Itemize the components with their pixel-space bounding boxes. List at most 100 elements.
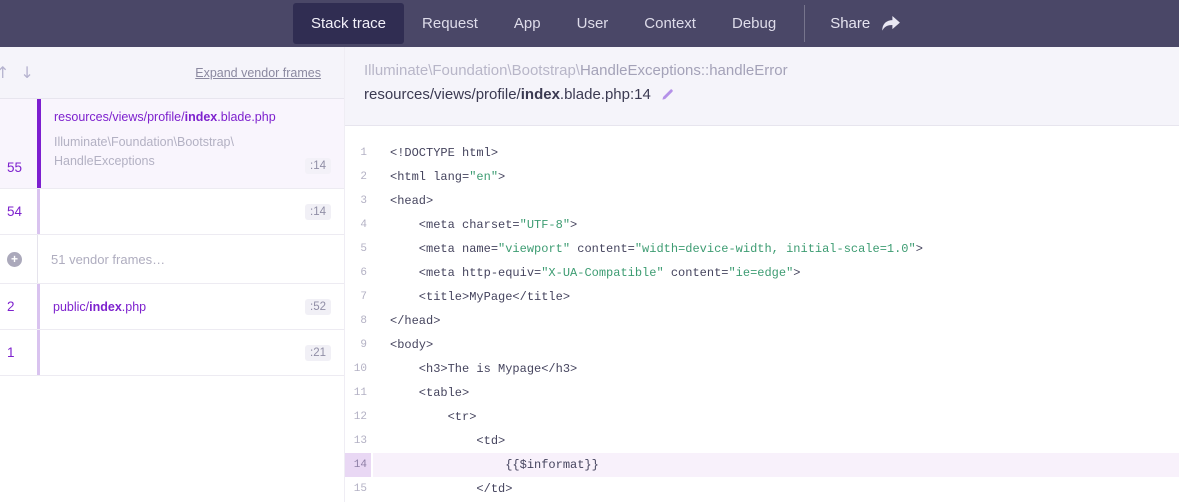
file-path-bold: index [521, 86, 560, 103]
frame-number: 54 [7, 204, 22, 219]
code-line-text: <html lang="en"> [373, 165, 1179, 189]
code-line-text: <table> [373, 381, 1179, 405]
code-line-15: 15 </td> [345, 477, 1179, 501]
frame-card: 51 vendor frames… [37, 235, 344, 283]
line-number: 2 [345, 165, 371, 189]
stack-frames-sidebar: ↑ ↓ Expand vendor frames 55 resources/view… [0, 47, 345, 502]
frame-number-column: 55 [0, 99, 37, 188]
plus-circle-icon[interactable]: + [7, 252, 22, 267]
frame-detail-header: Illuminate\Foundation\Bootstrap\HandleEx… [345, 47, 1179, 125]
open-in-editor-button[interactable] [660, 87, 675, 102]
code-line-13: 13 <td> [345, 429, 1179, 453]
vendor-frames-label: 51 vendor frames… [51, 252, 331, 267]
code-line-text: <!DOCTYPE html> [373, 141, 1179, 165]
pencil-icon [660, 90, 675, 105]
line-number: 11 [345, 381, 371, 405]
file-path-suffix: .blade.php:14 [560, 86, 651, 103]
frame-card: resources/views/profile/index.blade.php I… [37, 99, 344, 188]
code-line-2: 2<html lang="en"> [345, 165, 1179, 189]
share-button[interactable]: Share [805, 0, 916, 47]
line-number: 5 [345, 237, 371, 261]
line-number: 15 [345, 477, 371, 501]
line-number-badge: :52 [305, 299, 331, 315]
code-line-text: <td> [373, 429, 1179, 453]
code-line-text: <h3>The is Mypage</h3> [373, 357, 1179, 381]
content-area: ↑ ↓ Expand vendor frames 55 resources/view… [0, 47, 1179, 502]
frame-number: 55 [7, 160, 22, 175]
method-name: HandleExceptions::handleError [580, 62, 788, 79]
code-line-text: {{$informat}} [373, 453, 1179, 477]
code-line-7: 7 <title>MyPage</title> [345, 285, 1179, 309]
line-number: 12 [345, 405, 371, 429]
code-line-text: </td> [373, 477, 1179, 501]
arrow-up-icon[interactable]: ↑ [0, 63, 11, 83]
code-line-12: 12 <tr> [345, 405, 1179, 429]
code-line-text: <meta name="viewport" content="width=dev… [373, 237, 1179, 261]
line-number: 14 [345, 453, 371, 477]
line-number: 13 [345, 429, 371, 453]
frame-file-path: resources/views/profile/index.blade.php [54, 110, 331, 124]
frame-number: 1 [7, 345, 15, 360]
tab-debug[interactable]: Debug [714, 3, 794, 44]
code-line-text: <head> [373, 189, 1179, 213]
vendor-frames-toggle[interactable]: +51 vendor frames… [0, 235, 344, 284]
stack-frame-54[interactable]: 54 :14 [0, 189, 344, 235]
top-navigation-bar: Stack traceRequestAppUserContextDebug Sh… [0, 0, 1179, 47]
frame-card: :14 [37, 189, 344, 234]
line-number: 9 [345, 333, 371, 357]
arrow-down-icon[interactable]: ↓ [18, 63, 35, 83]
line-number: 8 [345, 309, 371, 333]
tab-request[interactable]: Request [404, 3, 496, 44]
code-line-5: 5 <meta name="viewport" content="width=d… [345, 237, 1179, 261]
topbar-tabs: Stack traceRequestAppUserContextDebug [293, 0, 794, 47]
stack-frame-1[interactable]: 1 :21 [0, 330, 344, 376]
frame-file-path: public/index.php [53, 300, 331, 314]
frame-number-column: + [0, 235, 37, 283]
line-number: 3 [345, 189, 371, 213]
code-line-6: 6 <meta http-equiv="X-UA-Compatible" con… [345, 261, 1179, 285]
stack-frame-55[interactable]: 55 resources/views/profile/index.blade.ph… [0, 99, 344, 189]
exception-method: Illuminate\Foundation\Bootstrap\HandleEx… [364, 62, 1179, 79]
line-number-badge: :14 [305, 158, 331, 174]
main-panel: Illuminate\Foundation\Bootstrap\HandleEx… [345, 47, 1179, 502]
code-line-text: <body> [373, 333, 1179, 357]
line-number: 7 [345, 285, 371, 309]
code-line-14: 14 {{$informat}} [345, 453, 1179, 477]
file-path-line: resources/views/profile/index.blade.php:… [364, 86, 1179, 103]
frame-card: :21 [37, 330, 344, 375]
code-line-1: 1<!DOCTYPE html> [345, 141, 1179, 165]
code-line-text: <meta charset="UTF-8"> [373, 213, 1179, 237]
line-number: 10 [345, 357, 371, 381]
frame-card: public/index.php:52 [37, 284, 344, 329]
sidebar-header: ↑ ↓ Expand vendor frames [0, 47, 344, 99]
code-line-text: <title>MyPage</title> [373, 285, 1179, 309]
frame-number: 2 [7, 299, 15, 314]
share-button-label: Share [830, 15, 870, 32]
frame-number-column: 1 [0, 330, 37, 375]
tab-context[interactable]: Context [626, 3, 714, 44]
line-number: 6 [345, 261, 371, 285]
code-line-4: 4 <meta charset="UTF-8"> [345, 213, 1179, 237]
tab-user[interactable]: User [559, 3, 627, 44]
code-line-text: <tr> [373, 405, 1179, 429]
tab-app[interactable]: App [496, 3, 559, 44]
file-path-prefix: resources/views/profile/ [364, 86, 521, 103]
line-number-badge: :14 [305, 204, 331, 220]
code-snippet-viewer: 1<!DOCTYPE html>2<html lang="en">3<head>… [345, 125, 1179, 502]
code-line-text: <meta http-equiv="X-UA-Compatible" conte… [373, 261, 1179, 285]
code-line-11: 11 <table> [345, 381, 1179, 405]
frame-number-column: 2 [0, 284, 37, 329]
frame-number-column: 54 [0, 189, 37, 234]
code-line-10: 10 <h3>The is Mypage</h3> [345, 357, 1179, 381]
share-arrow-icon [881, 16, 900, 32]
code-line-9: 9<body> [345, 333, 1179, 357]
stack-frame-2[interactable]: 2 public/index.php:52 [0, 284, 344, 330]
tab-stack-trace[interactable]: Stack trace [293, 3, 404, 44]
method-namespace: Illuminate\Foundation\Bootstrap\ [364, 62, 580, 79]
code-line-text: </head> [373, 309, 1179, 333]
expand-vendor-frames-link[interactable]: Expand vendor frames [195, 66, 321, 80]
code-line-3: 3<head> [345, 189, 1179, 213]
frame-class-name: Illuminate\Foundation\Bootstrap\HandleEx… [54, 133, 331, 171]
line-number: 4 [345, 213, 371, 237]
line-number: 1 [345, 141, 371, 165]
